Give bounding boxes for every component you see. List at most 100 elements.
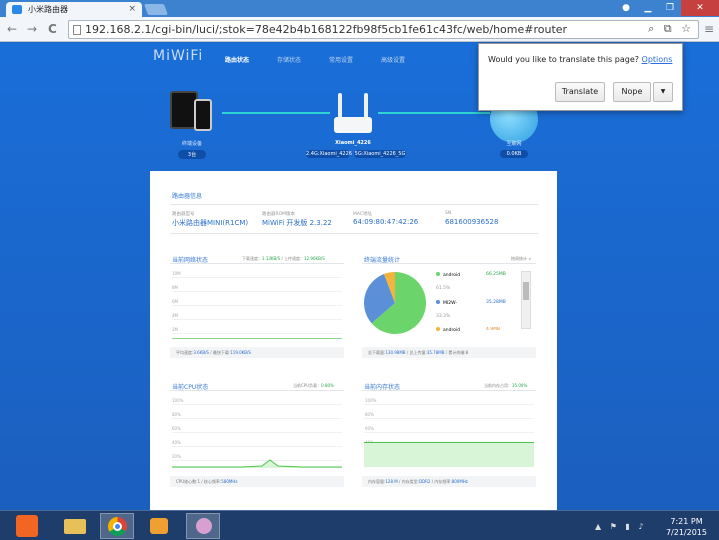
mac-value: 64:09:80:47:42:26 xyxy=(353,218,419,226)
minimize-button[interactable]: ▁ xyxy=(637,0,659,16)
nav-storage-status[interactable]: 存储状态 xyxy=(277,55,329,64)
close-tab-icon[interactable]: × xyxy=(128,4,136,14)
translate-question: Would you like to translate this page? O… xyxy=(488,55,673,64)
url-text: 192.168.2.1/cgi-bin/luci/;stok=78e42b4b1… xyxy=(85,23,568,36)
restore-button[interactable]: ❐ xyxy=(659,0,681,16)
rom-value: MiWiFi 开发版 2.3.22 xyxy=(262,219,332,227)
network-speeds: 下载速度：1.13KB/S / 上传速度：12.96KB/S xyxy=(242,256,325,261)
grid-line xyxy=(364,418,534,419)
translate-options-link[interactable]: Options xyxy=(642,55,673,64)
traffic-pie-chart xyxy=(364,271,427,334)
traffic-period-select[interactable]: 按周统计 ∨ xyxy=(511,256,531,262)
devices-label: 终端设备 xyxy=(181,141,202,147)
y-axis-label: 60% xyxy=(365,426,374,431)
browser-toolbar: ← → C 192.168.2.1/cgi-bin/luci/;stok=78e… xyxy=(0,17,719,42)
y-axis-label: 4M xyxy=(172,313,178,318)
y-axis-label: 2M xyxy=(172,327,178,332)
internet-link-line xyxy=(378,112,490,114)
divider xyxy=(170,263,344,264)
y-axis-label: 6M xyxy=(172,299,178,304)
wifi-24g-badge: 2.4G:Xiaomi_4226 xyxy=(306,150,352,158)
router-antenna-left xyxy=(338,93,342,119)
app-taskbar-icon[interactable] xyxy=(186,513,220,539)
reload-icon[interactable]: C xyxy=(48,22,57,36)
scrollbar-thumb[interactable] xyxy=(523,282,529,300)
tab-title: 小米路由器 xyxy=(28,5,68,14)
model-value: 小米路由器MINI(R1CM) xyxy=(172,219,249,227)
device-link-line xyxy=(222,112,330,114)
divider xyxy=(170,390,344,391)
divider xyxy=(170,233,538,234)
new-tab-button[interactable] xyxy=(143,4,169,15)
grid-line xyxy=(364,432,534,433)
grid-line xyxy=(172,291,342,292)
grid-line xyxy=(172,305,342,306)
rom-label: 路由器ROM版本 xyxy=(262,212,296,217)
grid-line xyxy=(364,404,534,405)
mi-start-icon[interactable] xyxy=(16,515,38,537)
window-controls: ● ▁ ❐ ✕ xyxy=(615,0,719,16)
translate-button[interactable]: Translate xyxy=(555,82,605,102)
legend-value: 4.9MB xyxy=(486,327,501,332)
grid-line xyxy=(172,319,342,320)
system-tray[interactable]: ▲ ⚑ ▮ ♪ xyxy=(595,522,646,531)
wifi-favicon-icon xyxy=(12,5,22,14)
menu-icon[interactable]: ≡ xyxy=(704,22,714,36)
grid-line xyxy=(172,333,342,334)
legend-scrollbar[interactable] xyxy=(521,271,531,329)
browser-tab[interactable]: 小米路由器 × xyxy=(6,2,142,17)
divider xyxy=(362,390,536,391)
memory-usage-area xyxy=(364,442,534,467)
router-body xyxy=(334,117,372,133)
router-name: Xiaomi_4226 xyxy=(335,140,371,146)
time: 7:21 PM xyxy=(670,517,703,526)
grid-line xyxy=(172,446,342,447)
wifi-5g-badge: 5G:Xiaomi_4226_5G xyxy=(354,150,406,158)
y-axis-label: 100% xyxy=(172,398,184,403)
nav-router-status[interactable]: 路由状态 xyxy=(225,55,277,64)
devices-count: 3台 xyxy=(178,150,206,159)
sn-value: 681600936528 xyxy=(445,218,499,226)
network-footer: 平均速度:3.6KB/S / 最快下载:119.0KB/S xyxy=(170,347,344,358)
legend-item: MI2W- xyxy=(436,300,457,306)
miwifi-logo: MiWiFi xyxy=(153,48,204,64)
date: 7/21/2015 xyxy=(665,528,707,537)
address-bar[interactable]: 192.168.2.1/cgi-bin/luci/;stok=78e42b4b1… xyxy=(68,20,699,39)
close-window-button[interactable]: ✕ xyxy=(681,0,719,16)
grid-line xyxy=(172,418,342,419)
media-player-icon[interactable] xyxy=(142,513,176,539)
grid-line xyxy=(172,432,342,433)
nav-advanced-settings[interactable]: 高级设置 xyxy=(381,55,433,64)
y-axis-label: 10M xyxy=(172,271,181,276)
legend-value: 35.28MB xyxy=(486,300,506,305)
cpu-load-line xyxy=(172,459,342,468)
sn-label: SN xyxy=(445,211,452,216)
internet-label: 互联网 xyxy=(506,141,522,147)
router-icon[interactable] xyxy=(334,93,372,133)
translate-dropdown-caret[interactable]: ▼ xyxy=(653,82,673,102)
status-card: 路由器信息 路由器型号 小米路由器MINI(R1CM) 路由器ROM版本 MiW… xyxy=(150,171,557,510)
router-antenna-right xyxy=(364,93,368,119)
y-axis-label: 8M xyxy=(172,285,178,290)
chrome-taskbar-icon[interactable] xyxy=(100,513,134,539)
user-icon[interactable]: ● xyxy=(615,0,637,16)
clock[interactable]: 7:21 PM 7/21/2015 xyxy=(666,516,707,538)
nav-common-settings[interactable]: 常用设置 xyxy=(329,55,381,64)
back-icon[interactable]: ← xyxy=(7,22,17,36)
y-axis-label: 40% xyxy=(172,440,181,445)
model-label: 路由器型号 xyxy=(172,212,195,217)
memory-footer: 内存容量:128 M / 内存类型:DDR2 / 内存频率:800MHz xyxy=(362,476,536,487)
legend-pct: 33.3% xyxy=(436,314,451,319)
windows-taskbar: ▲ ⚑ ▮ ♪ 7:21 PM 7/21/2015 xyxy=(0,510,719,540)
legend-pct: 61.5% xyxy=(436,286,451,291)
grid-line xyxy=(172,404,342,405)
phone-device-icon[interactable] xyxy=(194,99,212,131)
y-axis-label: 100% xyxy=(365,398,377,403)
divider xyxy=(170,204,538,205)
divider xyxy=(362,263,536,264)
omnibox-icons[interactable]: ⌕ ⧉ ☆ xyxy=(648,22,694,36)
file-explorer-icon[interactable] xyxy=(58,513,92,539)
nope-button[interactable]: Nope xyxy=(613,82,651,102)
browser-chrome: 小米路由器 × ● ▁ ❐ ✕ ← → C 192.168.2.1/cgi-bi… xyxy=(0,0,719,42)
forward-icon[interactable]: → xyxy=(27,22,37,36)
